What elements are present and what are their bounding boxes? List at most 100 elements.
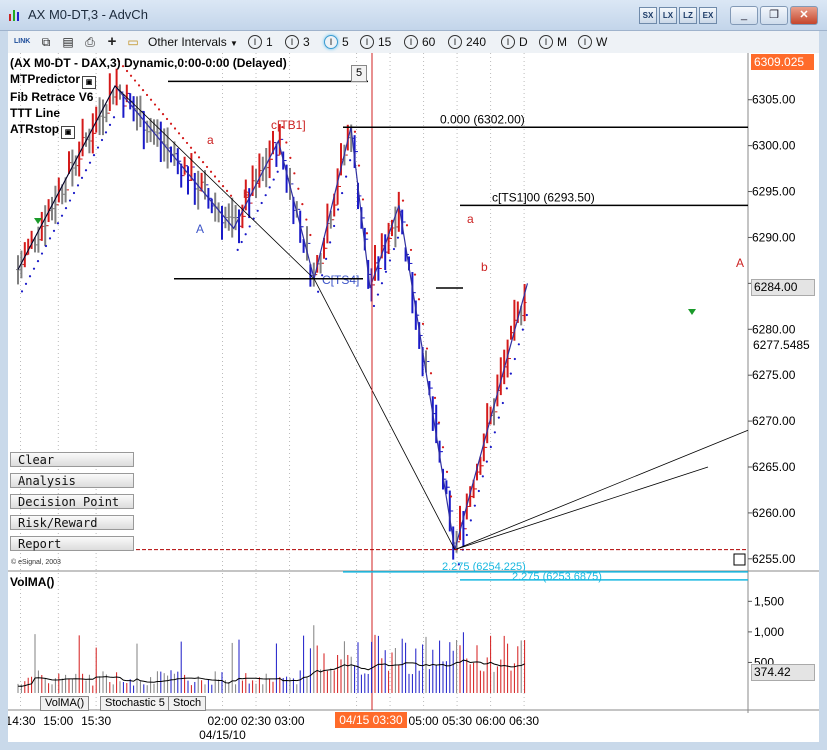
time-tick-label: 02:30 — [241, 714, 271, 728]
volume-tick-label: 1,000 — [754, 625, 784, 639]
study-settings-icon[interactable]: ▣ — [82, 76, 97, 89]
interval-w[interactable]: IW — [578, 34, 607, 50]
decision-point-button[interactable]: Decision Point — [10, 494, 134, 509]
interval-icon: I — [248, 35, 262, 49]
atr-stop-dot — [357, 164, 361, 167]
clear-button[interactable]: Clear — [10, 452, 134, 467]
atr-stop-dot — [272, 178, 275, 181]
atr-stop-dot — [92, 154, 96, 157]
tab-stochastic[interactable]: Stochastic 5 — [100, 696, 170, 711]
interval-60[interactable]: I 60 — [404, 34, 435, 50]
atr-stop-dot — [392, 247, 396, 251]
lx-button[interactable]: LX — [659, 7, 677, 24]
atr-stop-dot — [305, 218, 308, 221]
interval-icon: I — [404, 35, 418, 49]
price-badge-top: 6309.025 — [751, 54, 814, 70]
study-fib-retrace[interactable]: Fib Retrace V6 — [10, 89, 287, 105]
atr-stop-dot — [477, 489, 480, 493]
projection-label: 2.275 (6253.6875) — [512, 571, 602, 583]
chart-area[interactable]: Aa b c[TB1] C[TS4] a b A 0.000 (6302.00) c[TS1]… — [8, 53, 819, 742]
link-icon[interactable]: LINK — [14, 34, 30, 50]
atr-stop-dot — [80, 176, 84, 179]
minimize-button[interactable]: _ — [730, 6, 758, 25]
folder-icon[interactable]: ▭ — [125, 34, 141, 50]
price-tick-label: 6305.00 — [752, 93, 796, 107]
close-button[interactable]: ✕ — [790, 6, 818, 25]
atr-stop-dot — [521, 328, 524, 331]
interval-240[interactable]: I 240 — [448, 34, 486, 50]
interval-d[interactable]: ID — [501, 34, 528, 50]
atr-stop-dot — [485, 460, 488, 463]
interval-icon: I — [578, 35, 592, 49]
interval-icon: I — [360, 35, 374, 49]
interval-1[interactable]: I1 — [248, 34, 273, 50]
tab-volma[interactable]: VolMA() — [40, 696, 90, 711]
interval-15[interactable]: I 15 — [360, 34, 391, 50]
atr-stop-dot — [248, 225, 251, 228]
signal-triangle-icon — [688, 309, 696, 315]
chart-header: (AX M0-DT - DAX,3) Dynamic,0:00-0:00 (De… — [10, 55, 287, 139]
analysis-button[interactable]: Analysis — [10, 473, 134, 488]
price-tick-label: 6295.00 — [752, 185, 796, 199]
copy-icon[interactable]: ⧉ — [38, 34, 54, 50]
interval-5[interactable]: I5 — [324, 34, 349, 50]
sx-button[interactable]: SX — [639, 7, 657, 24]
atr-stop-dot — [469, 519, 472, 522]
interval-icon: I — [539, 35, 553, 49]
atr-stop-dot — [429, 372, 433, 375]
page-icon[interactable]: ▤ — [60, 34, 76, 50]
study-settings-icon[interactable]: ▣ — [61, 126, 76, 139]
atr-stop-dot — [449, 495, 453, 498]
price-chart[interactable]: Aabc[TB1]C[TS4]ab A 0.000 (6302.00)c[TS1]… — [8, 53, 819, 742]
atr-stop-dot — [345, 175, 348, 178]
atr-stop-dot — [289, 156, 292, 160]
atr-stop-dot — [372, 304, 376, 308]
fib-level-label: 0.000 (6302.00) — [440, 112, 525, 126]
atr-stop-dot — [301, 203, 304, 206]
report-button[interactable]: Report — [10, 536, 134, 551]
study-ttt-line[interactable]: TTT Line — [10, 105, 287, 121]
atr-stop-dot — [421, 322, 425, 325]
price-tick-label: 6255.00 — [752, 552, 796, 566]
pattern-label: b — [481, 260, 488, 274]
lz-button[interactable]: LZ — [679, 7, 697, 24]
study-atrstop[interactable]: ATRstop ▣ — [10, 121, 287, 139]
volume-badge: 374.42 — [751, 664, 815, 681]
other-intervals-dropdown[interactable]: Other Intervals ▼ — [148, 34, 238, 50]
atr-stop-dot — [409, 248, 413, 252]
pattern-label: A — [736, 256, 744, 270]
atr-stop-dot — [333, 224, 336, 228]
atr-stop-dot — [513, 357, 516, 361]
atr-stop-dot — [405, 224, 409, 227]
interval-m[interactable]: IM — [539, 34, 567, 50]
maximize-button[interactable]: ❐ — [760, 6, 788, 25]
atr-stop-dot — [337, 208, 340, 211]
study-mtpredictor[interactable]: MTPredictor ▣ — [10, 71, 287, 89]
atr-stop-dot — [417, 298, 421, 301]
cursor-hand-icon — [733, 553, 746, 566]
atr-stop-dot — [197, 156, 201, 159]
atr-stop-dot — [329, 241, 332, 244]
atr-stop-dot — [221, 185, 225, 188]
ex-button[interactable]: EX — [699, 7, 717, 24]
atr-stop-dot — [32, 267, 36, 270]
atr-stop-dot — [441, 446, 445, 449]
risk-reward-button[interactable]: Risk/Reward — [10, 515, 134, 530]
cursor-time-badge: 04/15 03:30 — [335, 712, 407, 728]
time-tick-label: 06:30 — [509, 714, 539, 728]
atr-stop-dot — [317, 290, 320, 293]
atr-stop-dot — [413, 273, 417, 276]
wave-lines: Aabc[TB1]C[TS4]ab A — [17, 53, 749, 710]
tab-stoch[interactable]: Stoch — [168, 696, 207, 711]
time-tick-label: 02:00 — [207, 714, 237, 728]
atr-stop-dot — [193, 151, 197, 154]
print-icon[interactable]: ⎙ — [82, 34, 98, 50]
crosshair-icon[interactable]: + — [104, 34, 120, 50]
atr-stop-dot — [20, 290, 24, 293]
wave-marker-5[interactable]: 5 — [351, 65, 367, 82]
atr-stop-dot — [96, 146, 100, 149]
ttt-line — [454, 466, 709, 551]
atr-price-badge: 6277.5485 — [751, 338, 813, 353]
interval-3[interactable]: I3 — [285, 34, 310, 50]
atr-stop-dot — [365, 232, 369, 235]
